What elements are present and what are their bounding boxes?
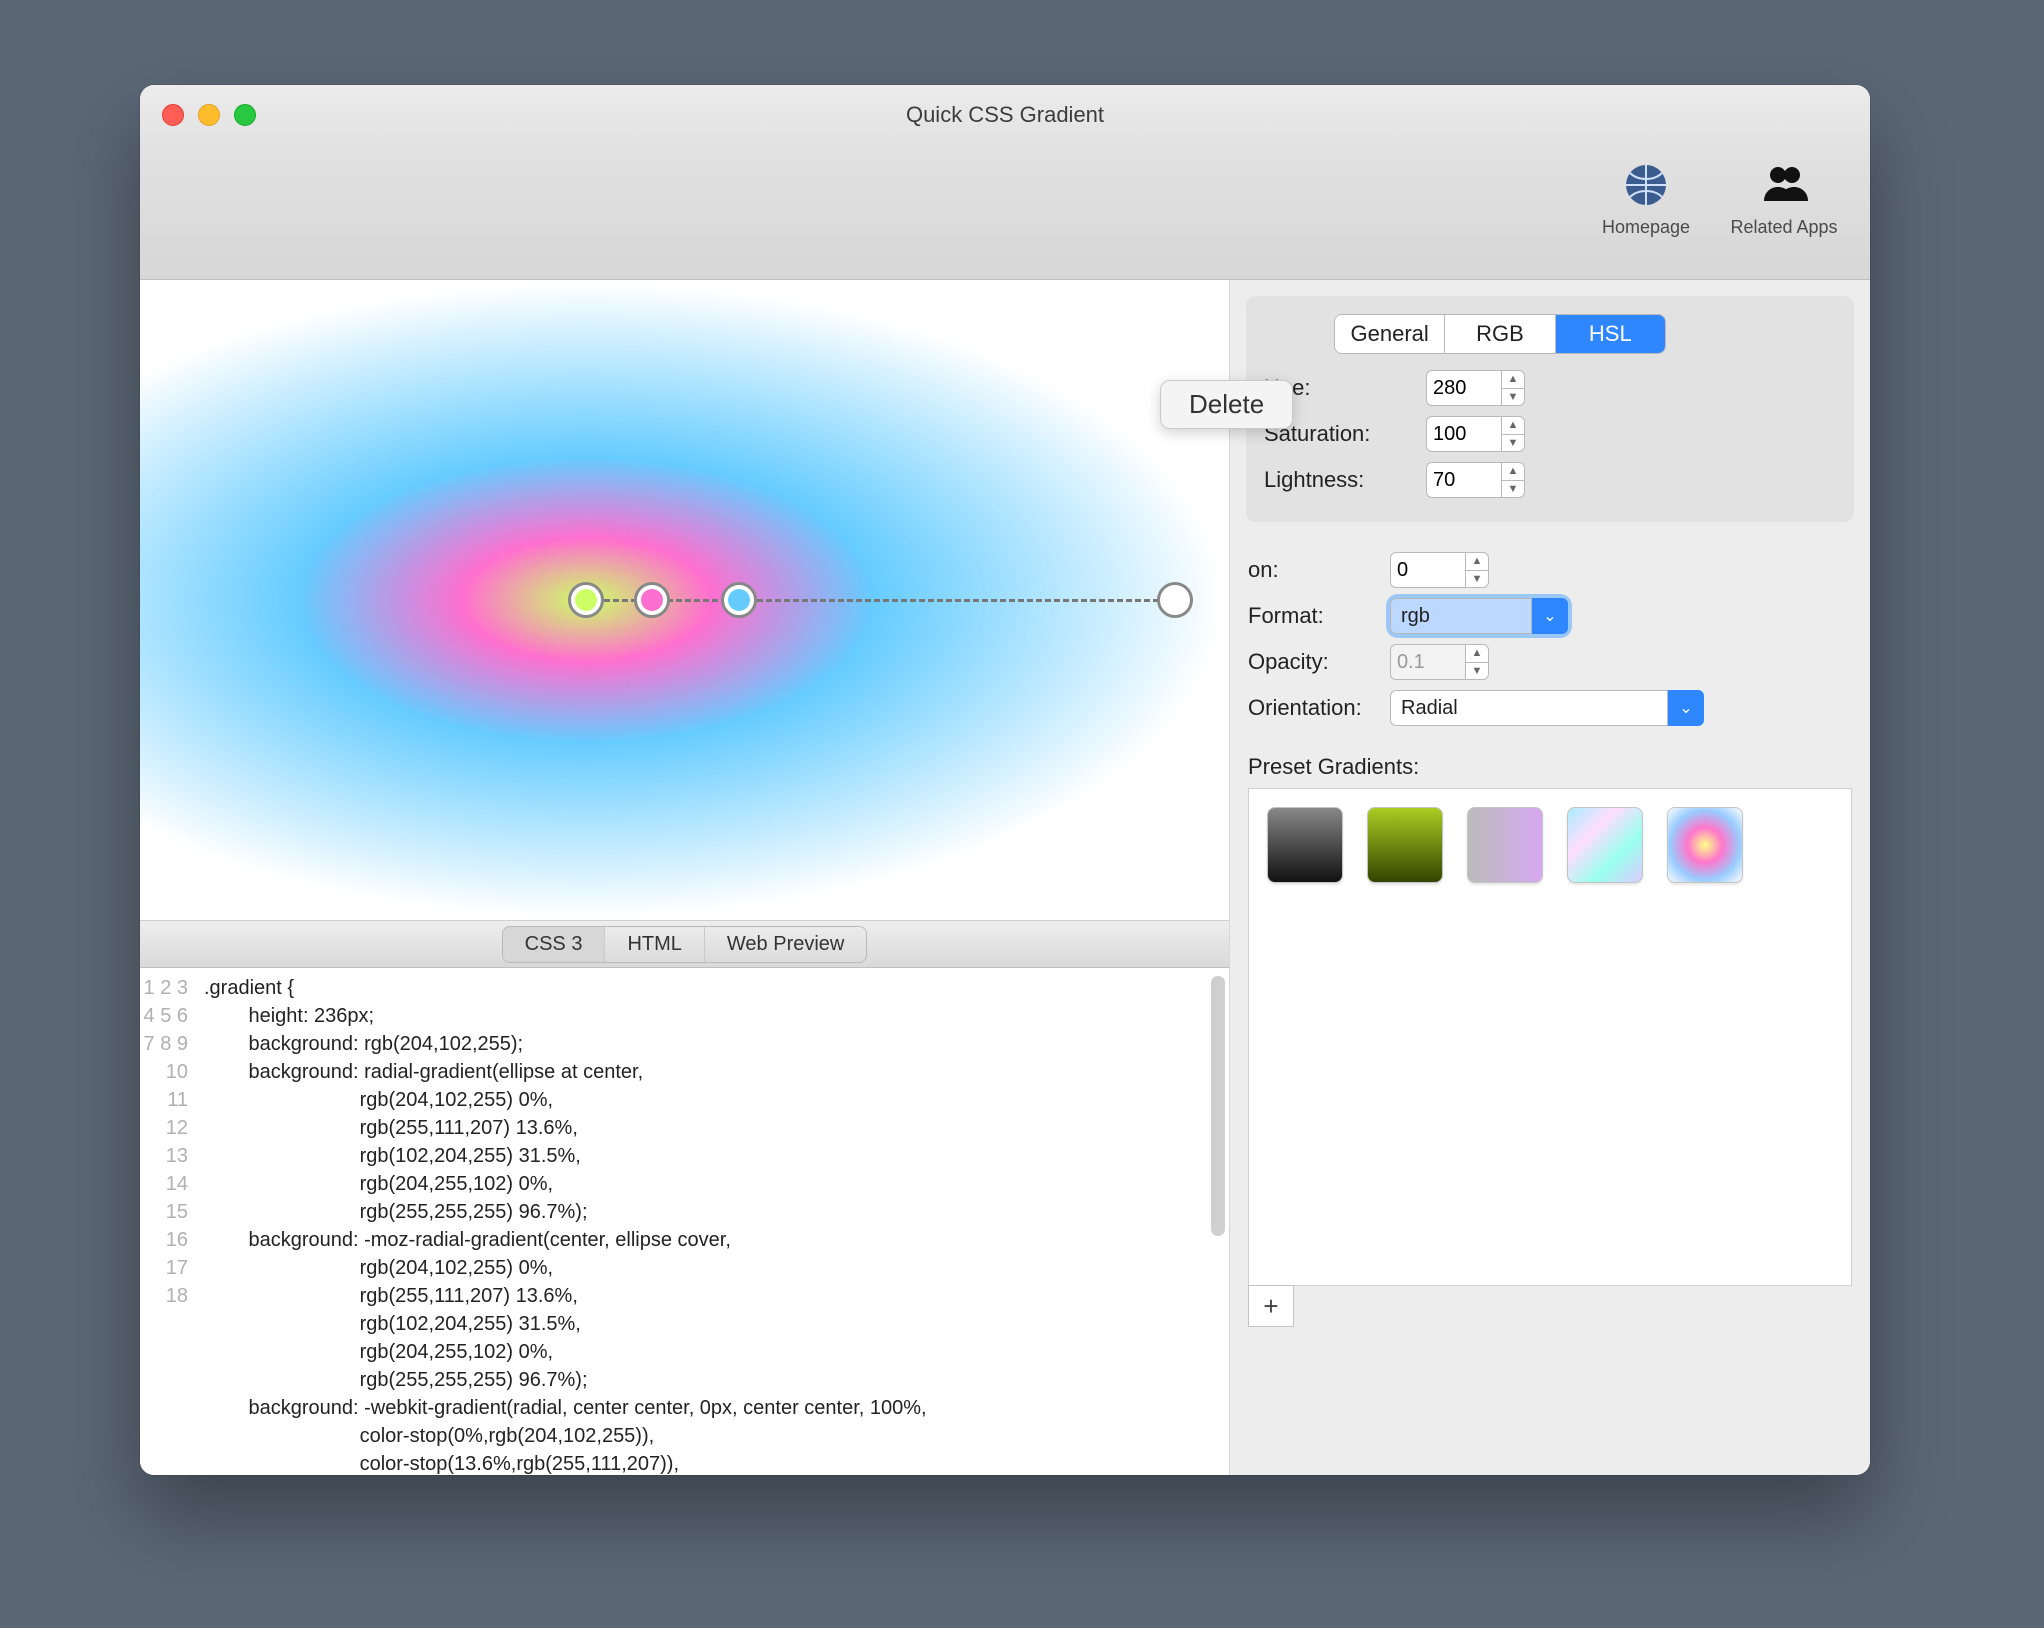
opacity-stepper[interactable]: ▲▼ — [1390, 644, 1489, 680]
saturation-input[interactable] — [1426, 416, 1501, 452]
stop-color-swatch — [1164, 589, 1186, 611]
chevron-down-icon[interactable]: ▼ — [1466, 663, 1488, 680]
stepper-arrows[interactable]: ▲▼ — [1501, 462, 1525, 498]
globe-icon — [1620, 159, 1672, 211]
chevron-down-icon[interactable]: ▼ — [1502, 481, 1524, 498]
line-gutter: 1 2 3 4 5 6 7 8 9 10 11 12 13 14 15 16 1… — [140, 968, 196, 1475]
preset-swatch[interactable] — [1467, 807, 1543, 883]
saturation-stepper[interactable]: ▲▼ — [1426, 416, 1525, 452]
lightness-row: Lightness: ▲▼ — [1264, 462, 1836, 498]
related-apps-button[interactable]: Related Apps — [1724, 159, 1844, 238]
plus-icon: + — [1263, 1291, 1278, 1322]
hue-row: Hue: ▲▼ — [1264, 370, 1836, 406]
stop-color-swatch — [641, 589, 663, 611]
tab-web-preview[interactable]: Web Preview — [705, 927, 866, 962]
preset-swatch[interactable] — [1267, 807, 1343, 883]
gradient-stop-4[interactable] — [1157, 582, 1193, 618]
format-select[interactable]: rgb ⌄ — [1390, 598, 1568, 634]
opacity-row: Opacity: ▲▼ — [1248, 644, 1852, 680]
color-mode-tabs: General RGB HSL — [1334, 314, 1666, 354]
chevron-down-icon[interactable]: ▼ — [1502, 435, 1524, 452]
stepper-arrows[interactable]: ▲▼ — [1501, 370, 1525, 406]
code-tabs: CSS 3 HTML Web Preview — [502, 926, 868, 963]
position-row: on: ▲▼ — [1248, 552, 1852, 588]
chevron-down-icon[interactable]: ⌄ — [1532, 598, 1568, 634]
tab-css3[interactable]: CSS 3 — [503, 927, 606, 962]
delete-context-button[interactable]: Delete — [1160, 380, 1293, 429]
tab-html[interactable]: HTML — [605, 927, 704, 962]
code-editor[interactable]: 1 2 3 4 5 6 7 8 9 10 11 12 13 14 15 16 1… — [140, 968, 1230, 1475]
scrollbar-thumb[interactable] — [1211, 976, 1225, 1236]
format-row: Format: rgb ⌄ — [1248, 598, 1852, 634]
tab-rgb[interactable]: RGB — [1445, 315, 1555, 353]
code-tabs-bar: CSS 3 HTML Web Preview — [140, 920, 1230, 968]
format-value: rgb — [1390, 598, 1532, 634]
hue-input[interactable] — [1426, 370, 1501, 406]
color-tabs-well: General RGB HSL Hue: ▲▼ Saturation: ▲▼ — [1246, 296, 1854, 522]
orientation-row: Orientation: Radial ⌄ — [1248, 690, 1852, 726]
lightness-stepper[interactable]: ▲▼ — [1426, 462, 1525, 498]
stop-color-swatch — [728, 589, 750, 611]
saturation-row: Saturation: ▲▼ — [1264, 416, 1836, 452]
people-icon — [1758, 159, 1810, 211]
stepper-arrows[interactable]: ▲▼ — [1465, 552, 1489, 588]
chevron-up-icon[interactable]: ▲ — [1502, 417, 1524, 435]
position-stepper[interactable]: ▲▼ — [1390, 552, 1489, 588]
hue-stepper[interactable]: ▲▼ — [1426, 370, 1525, 406]
preset-swatch[interactable] — [1367, 807, 1443, 883]
preset-swatch[interactable] — [1667, 807, 1743, 883]
presets-label: Preset Gradients: — [1248, 754, 1852, 780]
tab-general[interactable]: General — [1335, 315, 1445, 353]
orientation-label: Orientation: — [1248, 695, 1378, 721]
homepage-button[interactable]: Homepage — [1586, 159, 1706, 238]
tab-hsl[interactable]: HSL — [1556, 315, 1665, 353]
gradient-preview[interactable] — [140, 280, 1230, 920]
delete-label: Delete — [1189, 389, 1264, 419]
gradient-stop-1[interactable] — [568, 582, 604, 618]
preset-gradients-list: + — [1248, 788, 1852, 1286]
related-apps-label: Related Apps — [1730, 217, 1837, 238]
left-column: CSS 3 HTML Web Preview 1 2 3 4 5 6 7 8 9… — [140, 280, 1230, 1475]
chevron-down-icon[interactable]: ▼ — [1502, 389, 1524, 406]
chevron-up-icon[interactable]: ▲ — [1502, 463, 1524, 481]
stepper-arrows[interactable]: ▲▼ — [1501, 416, 1525, 452]
stop-color-swatch — [575, 589, 597, 611]
lightness-input[interactable] — [1426, 462, 1501, 498]
gradient-stop-2[interactable] — [634, 582, 670, 618]
stepper-arrows[interactable]: ▲▼ — [1465, 644, 1489, 680]
toolbar: Homepage Related Apps — [140, 145, 1870, 280]
chevron-up-icon[interactable]: ▲ — [1502, 371, 1524, 389]
orientation-value: Radial — [1390, 690, 1668, 726]
format-label: Format: — [1248, 603, 1378, 629]
chevron-down-icon[interactable]: ▼ — [1466, 571, 1488, 588]
homepage-label: Homepage — [1602, 217, 1690, 238]
orientation-select[interactable]: Radial ⌄ — [1390, 690, 1704, 726]
position-label: on: — [1248, 557, 1378, 583]
chevron-down-icon[interactable]: ⌄ — [1668, 690, 1704, 726]
stop-properties: on: ▲▼ Format: rgb ⌄ Opacity: — [1248, 542, 1852, 736]
side-panel: General RGB HSL Hue: ▲▼ Saturation: ▲▼ — [1230, 280, 1870, 1475]
opacity-input[interactable] — [1390, 644, 1465, 680]
opacity-label: Opacity: — [1248, 649, 1378, 675]
lightness-label: Lightness: — [1264, 467, 1414, 493]
content-area: CSS 3 HTML Web Preview 1 2 3 4 5 6 7 8 9… — [140, 280, 1870, 1475]
stop-guide-line — [586, 599, 1159, 602]
code-body[interactable]: .gradient { height: 236px; background: r… — [196, 968, 1229, 1475]
add-preset-button[interactable]: + — [1248, 1285, 1294, 1327]
window-title: Quick CSS Gradient — [140, 85, 1870, 145]
title-bar: Quick CSS Gradient — [140, 85, 1870, 145]
chevron-up-icon[interactable]: ▲ — [1466, 645, 1488, 663]
app-window: Quick CSS Gradient Homepage Related Apps — [140, 85, 1870, 1475]
preset-swatch[interactable] — [1567, 807, 1643, 883]
chevron-up-icon[interactable]: ▲ — [1466, 553, 1488, 571]
gradient-stop-3[interactable] — [721, 582, 757, 618]
position-input[interactable] — [1390, 552, 1465, 588]
